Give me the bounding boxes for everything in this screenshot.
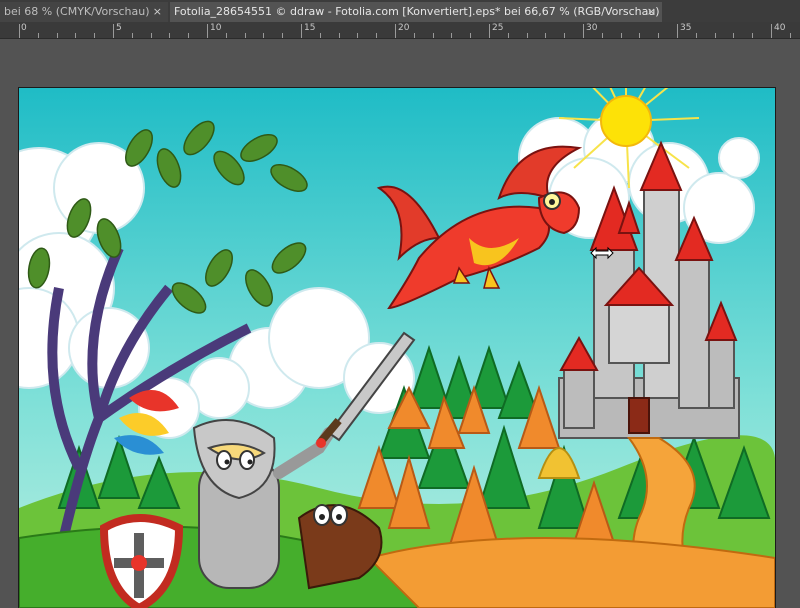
ruler-tick (338, 33, 340, 38)
ruler-tick (319, 33, 321, 38)
ruler-label: 0 (21, 23, 27, 33)
ruler-tick (188, 33, 190, 38)
artboard[interactable] (19, 88, 775, 608)
ruler-label: 5 (116, 23, 122, 33)
ruler-tick (714, 33, 716, 38)
ruler-tick (225, 33, 227, 38)
ruler-tick (752, 33, 754, 38)
ruler-tick (282, 33, 284, 38)
ruler-tick (376, 33, 378, 38)
close-tab-icon[interactable]: × (647, 2, 656, 22)
ruler-tick (207, 24, 208, 38)
ruler-tick (19, 24, 20, 38)
ruler-tick (413, 33, 415, 38)
ruler-label: 10 (210, 23, 222, 33)
ruler-tick (150, 33, 152, 38)
ruler-tick (169, 33, 171, 38)
ruler-tick (75, 33, 77, 38)
close-tab-icon[interactable]: × (153, 2, 162, 22)
dirt-path (367, 537, 775, 608)
ruler-label: 35 (680, 23, 692, 33)
ruler-tick (451, 33, 453, 38)
document-tab-cmyk[interactable]: bei 68 % (CMYK/Vorschau) × (0, 2, 168, 22)
ruler-tick (771, 24, 772, 38)
ruler-tick (244, 33, 246, 38)
illustration (19, 88, 775, 608)
resize-horizontal-cursor-icon (590, 246, 614, 260)
document-tab-fotolia[interactable]: Fotolia_28654551 © ddraw - Fotolia.com [… (170, 2, 662, 22)
ruler-tick (639, 33, 641, 38)
ruler-tick (301, 24, 302, 38)
ruler-tick (695, 33, 697, 38)
document-tab-bar: bei 68 % (CMYK/Vorschau) × Fotolia_28654… (0, 0, 800, 23)
ruler-tick (526, 33, 528, 38)
ruler-tick (94, 33, 96, 38)
ruler-tick (545, 33, 547, 38)
ruler-tick (395, 24, 396, 38)
ruler-tick (113, 24, 114, 38)
ruler-tick (489, 24, 490, 38)
ruler-tick (507, 33, 509, 38)
ruler-tick (564, 33, 566, 38)
ruler-label: 20 (398, 23, 410, 33)
ruler-tick (357, 33, 359, 38)
ruler-tick (789, 33, 791, 38)
horizontal-ruler[interactable]: 0 5 10 15 20 25 30 35 40 (0, 22, 800, 39)
ruler-tick (56, 33, 58, 38)
ruler-label: 15 (304, 23, 316, 33)
ruler-tick (432, 33, 434, 38)
ruler-tick (658, 33, 660, 38)
ruler-label: 40 (774, 23, 786, 33)
tab-label: Fotolia_28654551 © ddraw - Fotolia.com [… (174, 5, 660, 18)
ruler-tick (131, 33, 133, 38)
ruler-tick (620, 33, 622, 38)
ruler-tick (470, 33, 472, 38)
ruler-tick (583, 24, 584, 38)
ruler-tick (601, 33, 603, 38)
ruler-tick (677, 24, 678, 38)
ruler-tick (733, 33, 735, 38)
tab-label: bei 68 % (CMYK/Vorschau) (4, 5, 150, 18)
ruler-tick (263, 33, 265, 38)
ruler-label: 30 (586, 23, 598, 33)
ruler-label: 25 (492, 23, 504, 33)
ruler-tick (37, 33, 39, 38)
